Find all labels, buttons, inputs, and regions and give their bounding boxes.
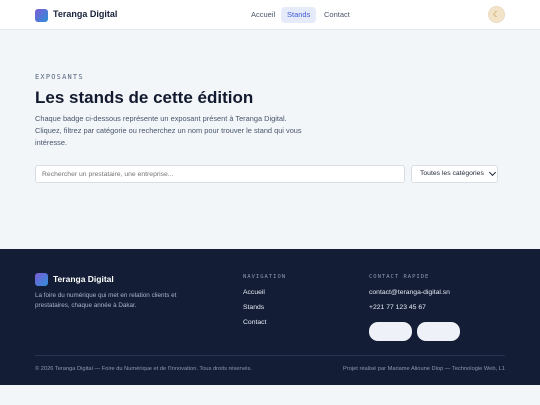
footer-bottom-strip: [0, 385, 540, 405]
credit-text: Projet réalisé par Mariame Alioune Diop …: [343, 366, 505, 372]
footer-phone[interactable]: +221 77 123 45 67: [369, 304, 426, 311]
section-eyebrow: EXPOSANTS: [35, 73, 84, 81]
logo-icon[interactable]: [35, 9, 48, 22]
nav-item-stands[interactable]: Stands: [281, 7, 317, 23]
page-title: Les stands de cette édition: [35, 88, 254, 107]
copyright-text: © 2026 Teranga Digital — Foire du Numéri…: [35, 366, 252, 372]
social-button[interactable]: [417, 322, 460, 341]
footer-contact-heading: CONTACT RAPIDE: [369, 274, 430, 280]
footer-logo-icon: [35, 273, 48, 286]
footer-email-link[interactable]: contact@teranga-digital.sn: [369, 289, 450, 296]
intro-text: Chaque badge ci-dessous représente un ex…: [35, 114, 302, 147]
moon-icon: ☾: [492, 10, 501, 19]
footer: [0, 249, 540, 385]
nav-item-accueil[interactable]: Accueil: [245, 7, 281, 23]
search-input[interactable]: [35, 165, 405, 183]
brand-name[interactable]: Teranga Digital: [53, 9, 117, 19]
footer-link-stands[interactable]: Stands: [243, 304, 264, 311]
category-select[interactable]: Toutes les catégories: [411, 165, 498, 183]
footer-brand: Teranga Digital: [53, 274, 114, 284]
footer-link-accueil[interactable]: Accueil: [243, 289, 265, 296]
footer-nav-heading: NAVIGATION: [243, 274, 287, 280]
footer-description: La foire du numérique qui met en relatio…: [35, 292, 177, 309]
theme-toggle-button[interactable]: ☾: [488, 6, 505, 23]
nav-item-contact[interactable]: Contact: [318, 7, 356, 23]
footer-divider: [35, 355, 505, 356]
social-button[interactable]: [369, 322, 412, 341]
footer-link-contact[interactable]: Contact: [243, 319, 266, 326]
